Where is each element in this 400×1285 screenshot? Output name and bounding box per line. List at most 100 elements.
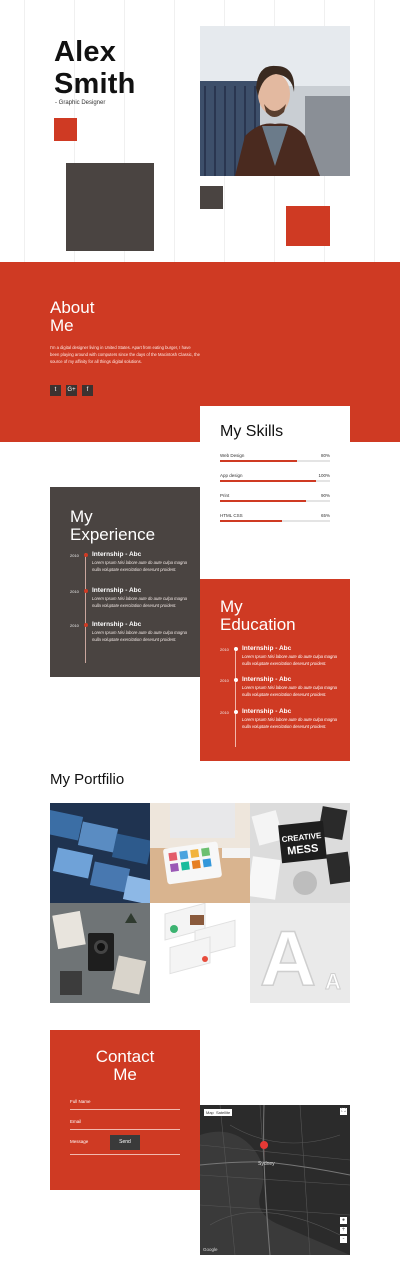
education-dot <box>233 647 238 651</box>
education-item-desc: Lorem Ipsum Nisi labore aute do aute cul… <box>242 654 337 666</box>
twitter-icon[interactable]: t <box>50 385 61 396</box>
experience-item-desc: Lorem Ipsum Nisi labore aute do aute cul… <box>92 560 187 572</box>
experience-dot <box>83 623 88 627</box>
skill-bar-track <box>220 500 330 502</box>
skill-bar-fill <box>220 480 316 482</box>
skill-percent: 90% <box>320 493 330 498</box>
message-label: Message <box>70 1139 89 1144</box>
facebook-icon[interactable]: f <box>82 385 93 396</box>
skill-bar-fill <box>220 500 307 502</box>
full-name-field[interactable] <box>70 1109 180 1110</box>
skills-title: My Skills <box>220 423 284 440</box>
profile-photo <box>200 26 350 176</box>
experience-title-line1: My <box>70 507 93 526</box>
skill-name: Web Design <box>220 453 245 458</box>
education-card: My Education 2010 Internship - Abc Lorem… <box>200 579 350 761</box>
education-year: 2010 <box>220 678 229 683</box>
experience-title-line2: Experience <box>70 525 156 544</box>
education-dot <box>233 678 238 682</box>
skill-app-design: App design 100% <box>220 473 330 482</box>
decor-dark-square <box>66 163 154 251</box>
email-field[interactable] <box>70 1129 180 1130</box>
portfolio-creative-mess[interactable]: CREATIVE MESS <box>250 803 350 903</box>
experience-item-title: Internship - Abc <box>92 551 142 558</box>
portfolio-big-letter: A <box>260 914 316 1002</box>
map-tab-satellite[interactable]: Satellite <box>214 1109 233 1116</box>
about-title-line1: About <box>50 298 95 317</box>
map-canvas <box>200 1105 350 1255</box>
experience-item-title: Internship - Abc <box>92 621 142 628</box>
full-name-label: Full Name <box>70 1099 91 1104</box>
google-plus-icon[interactable]: G+ <box>66 385 77 396</box>
contact-card: Contact Me Full Name Email Message <box>50 1030 200 1190</box>
skill-name: App design <box>220 473 243 478</box>
about-title: About Me <box>50 299 94 335</box>
education-year: 2010 <box>220 710 229 715</box>
skill-percent: 80% <box>320 453 330 458</box>
map-city-label: Sydney <box>258 1161 275 1167</box>
education-item-title: Internship - Abc <box>242 708 292 715</box>
experience-year: 2010 <box>70 589 79 594</box>
pegman-icon[interactable]: ● <box>340 1217 347 1224</box>
skill-bar-fill <box>220 460 297 462</box>
hero-name: Alex Smith <box>54 36 136 100</box>
education-title-line2: Education <box>220 615 296 634</box>
decor-red-square <box>286 206 330 246</box>
portfolio-photo-cards[interactable] <box>50 803 150 903</box>
skill-print: Print 90% <box>220 493 330 502</box>
skill-name: HTML CSS <box>220 513 243 518</box>
about-text: I'm a digital designer living in United … <box>50 345 200 364</box>
experience-year: 2010 <box>70 623 79 628</box>
contact-title-line2: Me <box>113 1065 137 1084</box>
fullscreen-icon[interactable]: ⛶ <box>340 1108 347 1115</box>
skill-bar-track <box>220 520 330 522</box>
skill-web-design: Web Design 80% <box>220 453 330 462</box>
education-item-title: Internship - Abc <box>242 645 292 652</box>
zoom-out-button[interactable]: - <box>340 1236 347 1243</box>
experience-timeline-line <box>85 553 86 663</box>
portfolio-small-letter: A <box>325 969 341 994</box>
education-item-title: Internship - Abc <box>242 676 292 683</box>
contact-title: Contact Me <box>50 1048 200 1084</box>
experience-dot <box>83 589 88 593</box>
education-item-desc: Lorem Ipsum Nisi labore aute do aute cul… <box>242 685 337 697</box>
send-button[interactable]: Send <box>110 1135 140 1150</box>
skill-bar-track <box>220 460 330 462</box>
education-title: My Education <box>220 598 296 634</box>
education-timeline-line <box>235 647 236 747</box>
experience-item-title: Internship - Abc <box>92 587 142 594</box>
skill-percent: 100% <box>318 473 330 478</box>
portfolio-app-screens[interactable] <box>150 903 250 1003</box>
experience-item-desc: Lorem Ipsum Nisi labore aute do aute cul… <box>92 630 187 642</box>
skill-name: Print <box>220 493 230 498</box>
education-item-desc: Lorem Ipsum Nisi labore aute do aute cul… <box>242 717 337 729</box>
about-title-line2: Me <box>50 316 74 335</box>
message-field[interactable] <box>70 1154 180 1155</box>
last-name: Smith <box>54 68 136 100</box>
skill-html-css: HTML CSS 65% <box>220 513 330 522</box>
skills-card: My Skills Web Design 80% App design 100% P… <box>200 406 350 541</box>
portfolio-vintage-camera[interactable] <box>50 903 150 1003</box>
google-logo: Google <box>203 1247 218 1252</box>
hero-role: - Graphic Designer <box>55 100 106 106</box>
experience-year: 2010 <box>70 553 79 558</box>
email-label: Email <box>70 1119 82 1124</box>
education-title-line1: My <box>220 597 243 616</box>
decor-red-square-small <box>54 118 77 141</box>
decor-dark-square-small <box>200 186 223 209</box>
portfolio-title: My Portfilio <box>50 771 125 788</box>
experience-dot <box>83 553 88 557</box>
portfolio-letter-a[interactable]: A A <box>250 903 350 1003</box>
contact-title-line1: Contact <box>95 1047 155 1066</box>
portfolio-imac-tablet[interactable] <box>150 803 250 903</box>
skill-bar-fill <box>220 520 283 522</box>
first-name: Alex <box>54 36 117 68</box>
experience-item-desc: Lorem Ipsum Nisi labore aute do aute cul… <box>92 596 187 608</box>
education-dot <box>233 710 238 714</box>
education-year: 2010 <box>220 647 229 652</box>
experience-card: My Experience 2010 Internship - Abc Lore… <box>50 487 200 677</box>
skill-percent: 65% <box>320 513 330 518</box>
map-widget[interactable]: Map Satellite Sydney Google ⛶ + - ● <box>200 1105 350 1255</box>
zoom-in-button[interactable]: + <box>340 1227 347 1234</box>
skill-bar-track <box>220 480 330 482</box>
